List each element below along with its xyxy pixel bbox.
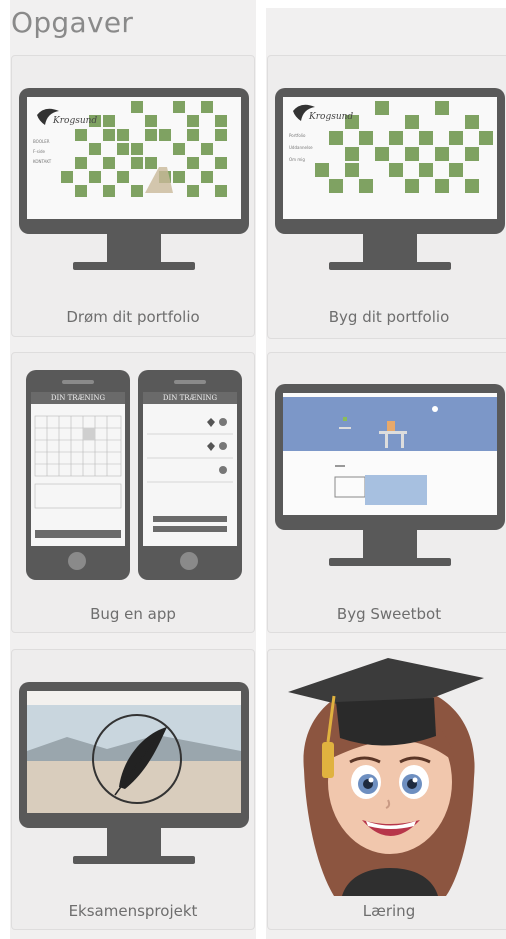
page-title: Opgaver	[11, 6, 134, 39]
portfolio-mockup-image: Krogsund BOOLER F-side KONTAKT	[27, 97, 241, 219]
svg-text:Om mig: Om mig	[289, 157, 305, 162]
svg-text:Portfolio: Portfolio	[289, 133, 306, 138]
card-label: Bug en app	[90, 605, 176, 623]
svg-text:Krogsund: Krogsund	[52, 116, 97, 126]
card-laering[interactable]: Læring	[267, 649, 506, 930]
card-thumbnail	[12, 650, 254, 898]
phone-icon: DIN TRÆNING	[138, 370, 242, 580]
card-bug-en-app[interactable]: DIN TRÆNING DIN TRÆNING Bug en app	[11, 352, 255, 633]
training-list-mockup	[147, 418, 233, 532]
card-byg-dit-portfolio[interactable]: Krogsund Portfolio Uddannelse Om mig Byg…	[267, 55, 506, 339]
card-thumbnail: DIN TRÆNING DIN TRÆNING	[12, 353, 254, 601]
card-drom-dit-portfolio[interactable]: Krogsund BOOLER F-side KONTAKT Drøm dit …	[11, 55, 255, 337]
svg-text:F-side: F-side	[33, 149, 45, 154]
card-thumbnail: Krogsund Portfolio Uddannelse Om mig	[268, 56, 506, 304]
calendar-mockup	[34, 415, 122, 538]
card-eksamensprojekt[interactable]: Eksamensprojekt	[11, 649, 255, 930]
sweetbot-mockup-image	[283, 393, 497, 515]
card-label: Byg Sweetbot	[336, 605, 442, 623]
feather-mockup-image	[27, 691, 241, 813]
card-label: Drøm dit portfolio	[66, 308, 200, 326]
card-label: Læring	[362, 902, 416, 920]
svg-text:Uddannelse: Uddannelse	[289, 145, 313, 150]
graduate-avatar-icon	[288, 658, 484, 896]
svg-text:KONTAKT: KONTAKT	[33, 159, 52, 164]
svg-text:Krogsund: Krogsund	[308, 112, 353, 122]
card-label: Eksamensprojekt	[68, 902, 198, 920]
phone-icon: DIN TRÆNING	[26, 370, 130, 580]
card-thumbnail	[268, 650, 506, 898]
card-thumbnail: Krogsund BOOLER F-side KONTAKT	[12, 56, 254, 304]
card-thumbnail	[268, 353, 506, 601]
portfolio-mockup-image: Krogsund Portfolio Uddannelse Om mig	[283, 97, 497, 219]
card-label: Byg dit portfolio	[328, 308, 450, 326]
card-byg-sweetbot[interactable]: Byg Sweetbot	[267, 352, 506, 633]
svg-text:BOOLER: BOOLER	[33, 139, 50, 144]
